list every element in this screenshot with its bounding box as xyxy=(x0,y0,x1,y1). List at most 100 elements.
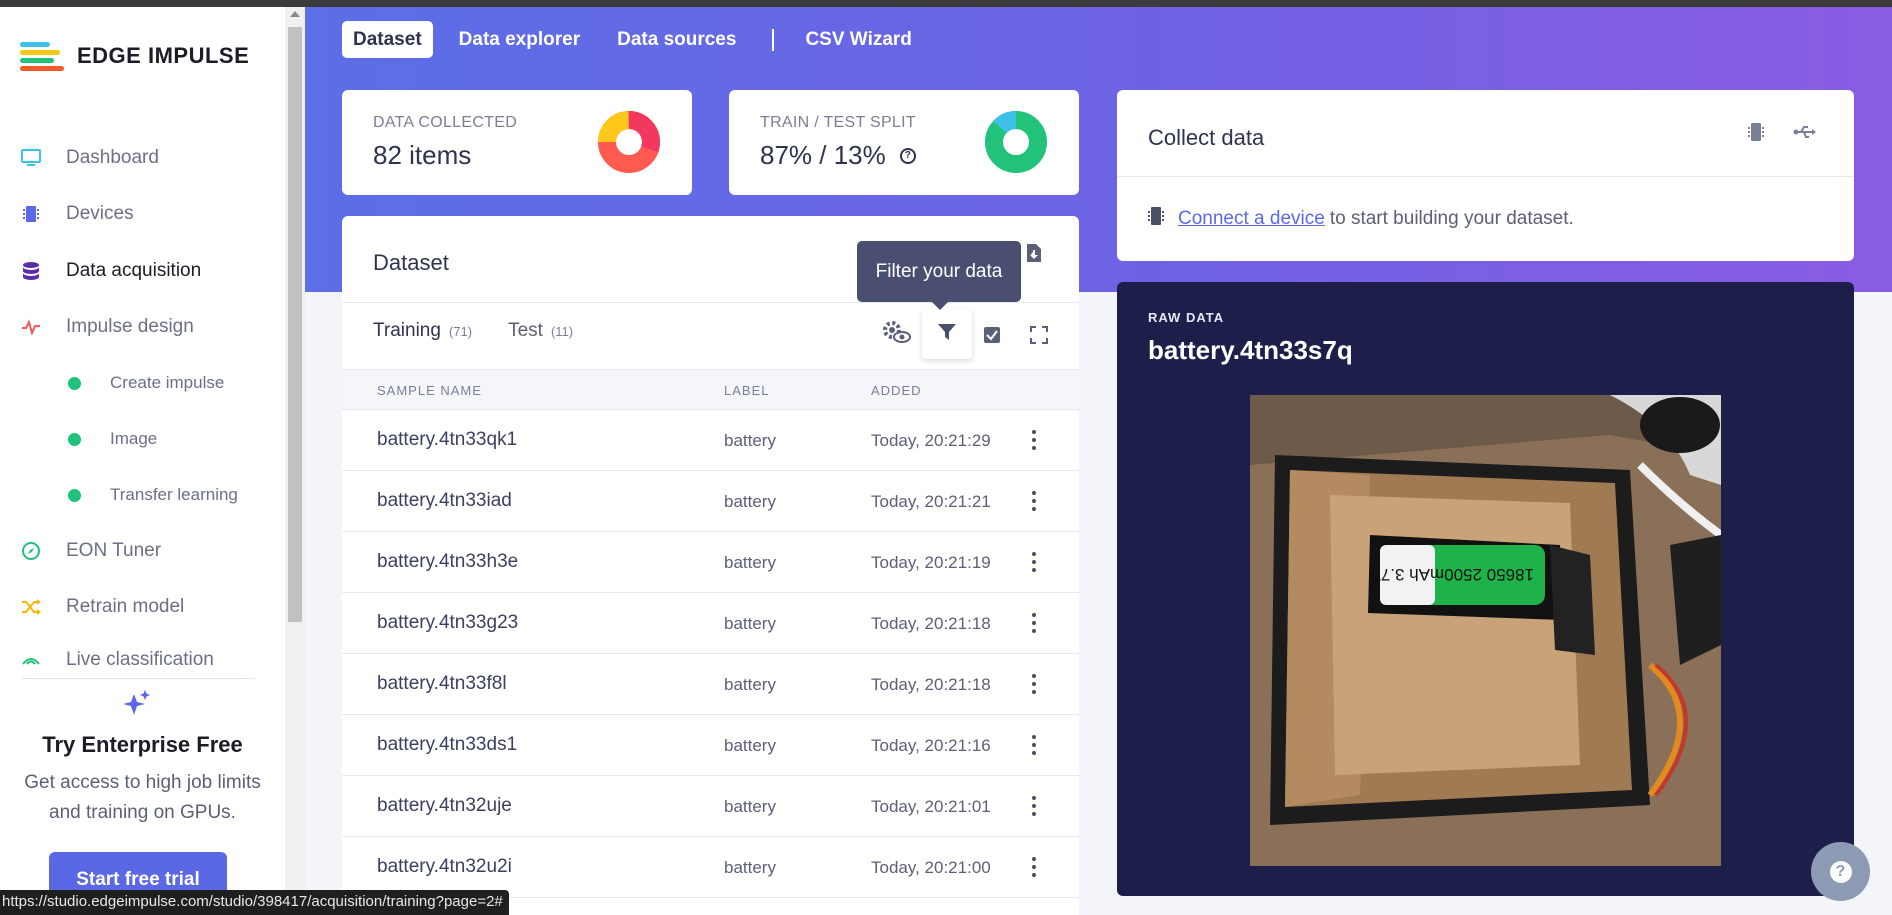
more-options-icon[interactable] xyxy=(1031,613,1037,633)
more-options-icon[interactable] xyxy=(1031,735,1037,755)
column-header-added[interactable]: ADDED xyxy=(871,383,922,398)
sample-added: Today, 20:21:16 xyxy=(871,736,991,755)
tab-separator xyxy=(772,28,775,51)
filter-icon xyxy=(937,322,957,347)
collect-data-card: Collect data Connect a device to start b… xyxy=(1117,90,1854,261)
connect-device-message: Connect a device to start building your … xyxy=(1148,206,1574,232)
raw-data-sample-name: battery.4tn33s7q xyxy=(1148,335,1353,365)
database-icon xyxy=(20,260,42,282)
tab-training-label: Training xyxy=(373,320,441,341)
table-row[interactable]: battery.4tn33h3e battery Today, 20:21:19 xyxy=(342,532,1079,593)
sidebar-item-data-acquisition[interactable]: Data acquisition xyxy=(20,256,201,286)
tab-test[interactable]: Test (11) xyxy=(508,320,573,342)
sample-name[interactable]: battery.4tn33f8l xyxy=(377,673,507,695)
sample-name[interactable]: battery.4tn33g23 xyxy=(377,612,518,634)
tab-data-explorer[interactable]: Data explorer xyxy=(448,21,591,58)
sample-name[interactable]: battery.4tn33h3e xyxy=(377,551,518,573)
sidebar-item-live-classification[interactable]: Live classification xyxy=(20,648,214,672)
filter-button[interactable] xyxy=(922,309,972,359)
sidebar-item-label: Data acquisition xyxy=(66,260,202,281)
sidebar-item-retrain-model[interactable]: Retrain model xyxy=(20,592,184,622)
table-row[interactable]: battery.4tn33f8l battery Today, 20:21:18 xyxy=(342,654,1079,715)
window-top-strip xyxy=(0,0,1892,7)
signal-icon xyxy=(20,649,42,671)
sidebar-scrollbar[interactable] xyxy=(285,7,305,915)
sidebar-item-devices[interactable]: Devices xyxy=(20,199,134,229)
more-options-icon[interactable] xyxy=(1031,857,1037,877)
sidebar-subitem-transfer-learning[interactable]: Transfer learning xyxy=(68,482,238,508)
sidebar-item-impulse-design[interactable]: Impulse design xyxy=(20,312,194,342)
train-test-donut-icon xyxy=(985,111,1047,178)
sidebar-item-label: Retrain model xyxy=(66,596,185,617)
dataset-subtabs: Training (71) Test (11) xyxy=(373,320,573,342)
more-options-icon[interactable] xyxy=(1031,430,1037,450)
scroll-up-arrow-icon[interactable] xyxy=(290,11,300,17)
sample-name[interactable]: battery.4tn33qk1 xyxy=(377,429,517,451)
more-options-icon[interactable] xyxy=(1031,552,1037,572)
more-options-icon[interactable] xyxy=(1031,491,1037,511)
test-count: (11) xyxy=(550,324,574,339)
promo-title: Try Enterprise Free xyxy=(42,732,243,757)
scrollbar-thumb[interactable] xyxy=(288,27,302,622)
edge-impulse-logo-icon xyxy=(20,40,64,72)
table-header: SAMPLE NAME LABEL ADDED xyxy=(342,369,1079,410)
more-options-icon[interactable] xyxy=(1031,674,1037,694)
logo[interactable]: EDGE IMPULSE xyxy=(20,40,249,72)
sample-name[interactable]: battery.4tn32u2i xyxy=(377,856,512,878)
sample-name[interactable]: battery.4tn32uje xyxy=(377,795,512,817)
filter-tooltip: Filter your data xyxy=(857,241,1021,310)
help-icon[interactable]: ? xyxy=(899,147,916,164)
sample-name[interactable]: battery.4tn33ds1 xyxy=(377,734,517,756)
train-test-split-card: TRAIN / TEST SPLIT 87% / 13% ? xyxy=(729,90,1079,195)
sample-name[interactable]: battery.4tn33iad xyxy=(377,490,512,512)
dataset-title: Dataset xyxy=(373,250,449,275)
more-options-icon[interactable] xyxy=(1031,796,1037,816)
table-row[interactable]: battery.4tn33g23 battery Today, 20:21:18 xyxy=(342,593,1079,654)
connect-device-link[interactable]: Connect a device xyxy=(1178,208,1325,230)
sample-label: battery xyxy=(724,431,776,450)
sidebar-item-dashboard[interactable]: Dashboard xyxy=(20,143,159,173)
column-header-sample-name[interactable]: SAMPLE NAME xyxy=(377,383,482,398)
sample-added: Today, 20:21:01 xyxy=(871,797,991,816)
status-dot-icon xyxy=(68,376,81,390)
table-row[interactable]: battery.4tn33ds1 battery Today, 20:21:16 xyxy=(342,715,1079,776)
sidebar-item-eon-tuner[interactable]: EON Tuner xyxy=(20,536,161,566)
sample-added: Today, 20:21:21 xyxy=(871,492,991,511)
device-chip-icon[interactable] xyxy=(1748,122,1764,147)
data-collected-label: DATA COLLECTED xyxy=(373,114,518,131)
sample-added: Today, 20:21:19 xyxy=(871,553,991,572)
column-header-label[interactable]: LABEL xyxy=(724,383,769,398)
download-file-icon[interactable] xyxy=(1026,243,1042,268)
help-button[interactable]: ? xyxy=(1811,842,1870,901)
sidebar-subitem-label: Transfer learning xyxy=(110,485,238,504)
table-row[interactable]: battery.4tn33iad battery Today, 20:21:21 xyxy=(342,471,1079,532)
tab-csv-wizard[interactable]: CSV Wizard xyxy=(794,21,922,58)
sidebar-subitem-create-impulse[interactable]: Create impulse xyxy=(68,370,224,396)
tab-dataset[interactable]: Dataset xyxy=(342,21,433,58)
sidebar-subitem-label: Image xyxy=(110,429,158,448)
table-row[interactable]: battery.4tn32u2i battery Today, 20:21:00 xyxy=(342,837,1079,898)
select-checkbox-icon[interactable] xyxy=(983,326,1001,349)
data-collected-donut-icon xyxy=(598,111,660,178)
train-test-split-value: 87% / 13% ? xyxy=(760,140,916,171)
status-dot-icon xyxy=(68,488,81,502)
fullscreen-icon[interactable] xyxy=(1030,326,1048,349)
sidebar-item-label: EON Tuner xyxy=(66,540,162,561)
raw-data-label: RAW DATA xyxy=(1148,310,1225,325)
usb-icon[interactable] xyxy=(1793,124,1817,145)
table-row[interactable]: battery.4tn32uje battery Today, 20:21:01 xyxy=(342,776,1079,837)
sidebar-subitem-image[interactable]: Image xyxy=(68,426,157,452)
sidebar-item-label: Devices xyxy=(66,203,134,224)
sample-label: battery xyxy=(724,797,776,816)
sample-added: Today, 20:21:00 xyxy=(871,858,991,877)
tab-data-sources[interactable]: Data sources xyxy=(606,21,747,58)
divider xyxy=(342,302,1079,303)
sidebar-item-label: Impulse design xyxy=(66,316,194,337)
tab-training[interactable]: Training (71) xyxy=(373,320,472,342)
sample-label: battery xyxy=(724,858,776,877)
tab-test-label: Test xyxy=(508,320,543,341)
settings-eye-icon[interactable] xyxy=(881,319,911,350)
table-row[interactable]: battery.4tn33qk1 battery Today, 20:21:29 xyxy=(342,410,1079,471)
data-collected-card: DATA COLLECTED 82 items xyxy=(342,90,692,195)
monitor-icon xyxy=(20,147,42,169)
